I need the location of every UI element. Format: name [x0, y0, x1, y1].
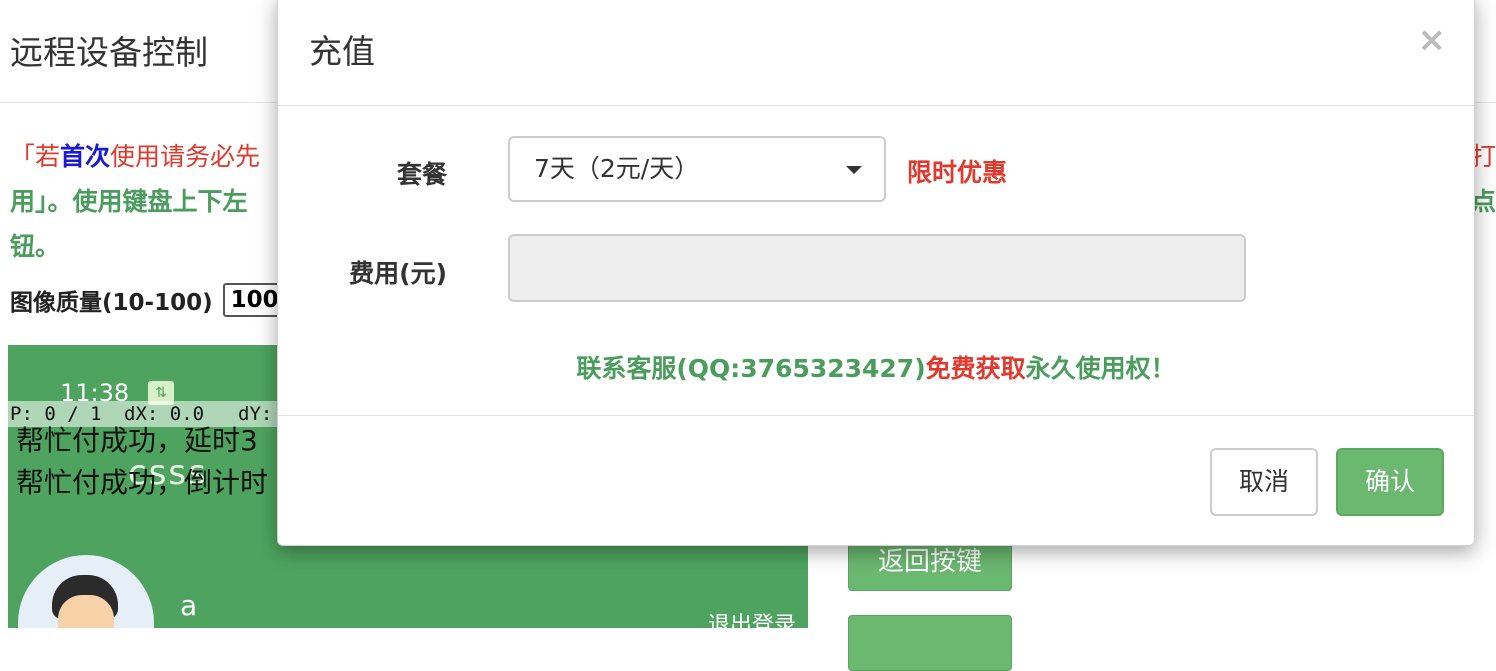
notice-open: 「若 [10, 142, 61, 171]
page-title: 远程设备控制 [10, 33, 208, 72]
contact-info: 联系客服(QQ:3765323427)免费获取永久使用权！ [278, 349, 1474, 385]
recharge-modal: 充值 × 套餐 7天（2元/天） 限时优惠 费用(元) 联系客服(QQ:3765… [277, 0, 1475, 546]
contact-suffix: 永久使用权！ [1025, 354, 1176, 383]
modal-title: 充值 [309, 32, 375, 71]
confirm-button[interactable]: 确认 [1336, 448, 1444, 516]
status-line-2: 帮忙付成功，倒计时 [16, 466, 269, 499]
close-icon[interactable]: × [1418, 23, 1447, 57]
notice-line2: 用」。使用键盘上下左 [10, 187, 248, 216]
username: a [180, 589, 198, 622]
side-button-2[interactable] [848, 615, 1012, 671]
modal-footer [278, 415, 1474, 416]
notice-first-use: 首次 [60, 142, 111, 171]
notice-line1: 使用请务必先 [110, 142, 261, 171]
avatar-face [58, 595, 114, 628]
fee-field[interactable] [508, 234, 1246, 302]
quality-control: 图像质量(10-100) [10, 283, 293, 317]
quality-label: 图像质量(10-100) [10, 290, 213, 316]
contact-free: 免费获取 [925, 354, 1026, 383]
logout-link[interactable]: 退出登录 [708, 607, 796, 628]
cancel-button[interactable]: 取消 [1210, 448, 1318, 516]
avatar[interactable] [18, 555, 154, 628]
plan-selected-value: 7天（2元/天） [534, 154, 700, 183]
contact-qq: 联系客服(QQ:3765323427) [576, 354, 926, 383]
plan-label: 套餐 [396, 160, 447, 189]
plan-select[interactable]: 7天（2元/天） [508, 136, 886, 202]
promo-badge: 限时优惠 [907, 158, 1008, 187]
fee-label: 费用(元) [349, 259, 447, 288]
notice-line3: 钮。 [10, 232, 61, 261]
chevron-down-icon [846, 166, 862, 174]
modal-header: 充值 × [278, 0, 1474, 106]
